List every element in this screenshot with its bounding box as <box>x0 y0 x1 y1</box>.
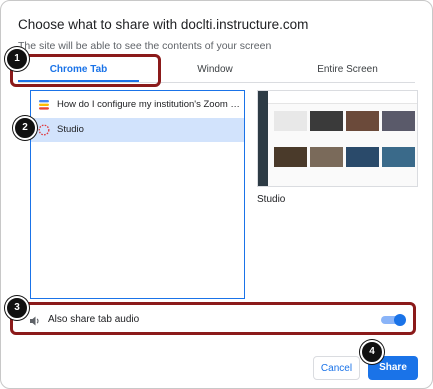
preview-video-thumb <box>274 111 307 131</box>
tab-preview-thumbnail <box>257 90 418 187</box>
tab-entire-screen[interactable]: Entire Screen <box>280 59 415 80</box>
preview-video-thumb <box>310 111 343 131</box>
callout-2: 2 <box>13 116 37 140</box>
callout-1: 1 <box>5 47 29 71</box>
preview-video-thumb <box>310 147 343 167</box>
preview-video-thumb <box>346 147 379 167</box>
list-item-selected[interactable]: Studio <box>31 118 244 142</box>
list-item-label: Studio <box>57 124 84 135</box>
chrome-tab-list[interactable]: How do I configure my institution's Zoom… <box>30 90 245 299</box>
canvas-icon <box>39 100 49 110</box>
dialog-subtitle: The site will be able to see the content… <box>18 40 272 52</box>
preview-sidebar <box>258 91 268 186</box>
callout-3: 3 <box>5 296 29 320</box>
dialog-title: Choose what to share with doclti.instruc… <box>18 17 309 32</box>
preview-label: Studio <box>257 194 286 205</box>
preview-video-thumb <box>382 111 415 131</box>
cancel-button[interactable]: Cancel <box>313 356 360 380</box>
preview-header <box>268 91 417 104</box>
studio-icon <box>38 124 50 136</box>
preview-video-thumb <box>346 111 379 131</box>
list-item[interactable]: How do I configure my institution's Zoom… <box>31 93 244 117</box>
list-item-label: How do I configure my institution's Zoom… <box>57 99 241 110</box>
highlight-audio <box>10 302 416 335</box>
tab-window[interactable]: Window <box>150 59 280 80</box>
callout-4: 4 <box>360 340 384 364</box>
preview-video-thumb <box>382 147 415 167</box>
preview-video-thumb <box>274 147 307 167</box>
highlight-tabs <box>10 54 161 87</box>
